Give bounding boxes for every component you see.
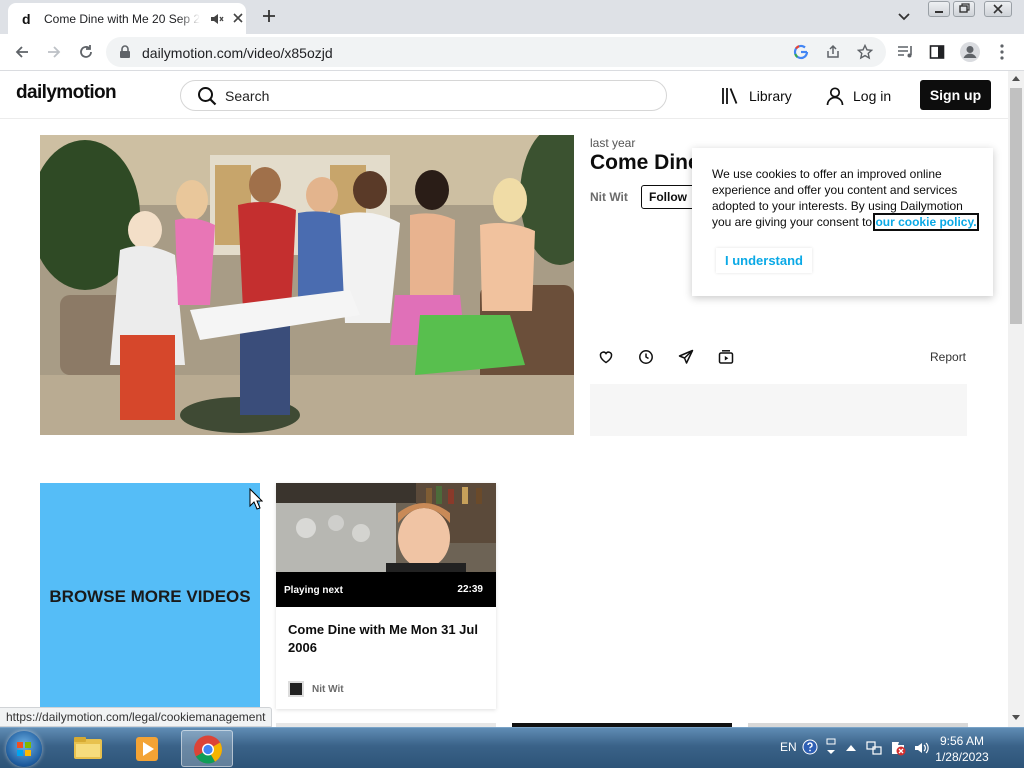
address-bar[interactable]: dailymotion.com/video/x85ozjd: [106, 37, 886, 67]
status-bar-url: https://dailymotion.com/legal/cookiemana…: [0, 707, 273, 727]
page-scrollbar[interactable]: [1008, 71, 1024, 727]
clock-time[interactable]: 9:56 AM: [932, 734, 992, 748]
cookie-policy-link[interactable]: our cookie policy.: [873, 213, 979, 231]
browser-toolbar: dailymotion.com/video/x85ozjd: [0, 34, 1024, 71]
media-player-taskbar-button[interactable]: [121, 730, 173, 767]
chrome-icon: [194, 735, 222, 764]
google-icon[interactable]: [793, 44, 809, 60]
network-icon[interactable]: [866, 740, 882, 756]
playing-next-card[interactable]: Playing next 22:39 Come Dine with Me Mon…: [276, 483, 496, 709]
scrollbar-thumb[interactable]: [1010, 88, 1022, 324]
file-explorer-taskbar-button[interactable]: [62, 730, 114, 767]
browser-tab[interactable]: d Come Dine with Me 20 Sep 2006: [8, 3, 246, 34]
next-video-title[interactable]: Come Dine with Me Mon 31 Jul 2006: [288, 621, 488, 657]
next-video-channel[interactable]: Nit Wit: [312, 684, 344, 695]
user-icon: [825, 86, 845, 106]
media-player-icon: [136, 737, 158, 761]
tab-close-icon[interactable]: [232, 12, 244, 24]
profile-avatar-icon[interactable]: [959, 41, 981, 63]
url-text[interactable]: dailymotion.com/video/x85ozjd: [142, 45, 333, 61]
help-icon[interactable]: [802, 739, 818, 755]
new-tab-icon[interactable]: [261, 8, 277, 24]
windows-taskbar: EN 9:56 AM 1/28/2023: [0, 727, 1024, 768]
clock-icon[interactable]: [638, 349, 654, 365]
follow-button[interactable]: Follow: [641, 185, 695, 209]
login-link[interactable]: Log in: [825, 84, 891, 108]
chrome-taskbar-button[interactable]: [181, 730, 233, 767]
add-to-playlist-icon[interactable]: [718, 349, 734, 365]
forward-arrow-icon[interactable]: [45, 43, 63, 61]
library-link[interactable]: Library: [720, 84, 792, 108]
chevron-down-icon[interactable]: [897, 10, 911, 24]
search-placeholder: Search: [225, 88, 270, 104]
share-icon[interactable]: [825, 44, 841, 60]
restore-button[interactable]: [953, 1, 975, 17]
back-arrow-icon[interactable]: [13, 43, 31, 61]
bookmark-star-icon[interactable]: [857, 44, 873, 60]
browse-more-videos-card[interactable]: BROWSE MORE VIDEOS: [40, 483, 260, 709]
channel-name[interactable]: Nit Wit: [590, 190, 628, 204]
send-icon[interactable]: [678, 349, 694, 365]
signup-button[interactable]: Sign up: [920, 80, 991, 110]
video-frame-image: [40, 135, 574, 435]
media-control-icon[interactable]: [897, 44, 915, 60]
video-player[interactable]: [40, 135, 574, 435]
clock-date[interactable]: 1/28/2023: [932, 750, 992, 764]
channel-avatar[interactable]: [288, 681, 304, 697]
minimize-button[interactable]: [928, 1, 950, 17]
login-label: Log in: [853, 88, 892, 104]
start-button[interactable]: [6, 731, 42, 767]
i-understand-button[interactable]: I understand: [716, 248, 812, 273]
action-center-alert-icon[interactable]: [890, 740, 906, 756]
mouse-cursor-icon: [249, 488, 263, 510]
windows-logo-icon: [17, 742, 31, 756]
library-icon: [720, 86, 740, 106]
upload-date: last year: [590, 136, 636, 150]
playing-next-badge: Playing next: [284, 585, 343, 596]
folder-icon: [74, 737, 102, 759]
cookie-consent-text: We use cookies to offer an improved onli…: [712, 166, 980, 231]
scroll-up-icon[interactable]: [1012, 75, 1020, 81]
browser-tab-strip: d Come Dine with Me 20 Sep 2006: [0, 0, 1024, 34]
side-panel-icon[interactable]: [929, 44, 945, 60]
dailymotion-logo[interactable]: dailymotion: [16, 82, 117, 104]
library-label: Library: [749, 88, 792, 104]
tab-title: Come Dine with Me 20 Sep 2006: [44, 12, 200, 26]
report-link[interactable]: Report: [930, 350, 966, 364]
search-icon: [197, 86, 217, 106]
heart-icon[interactable]: [598, 349, 614, 365]
scroll-down-icon[interactable]: [1012, 715, 1020, 721]
lock-icon[interactable]: [119, 45, 131, 59]
close-window-button[interactable]: [984, 1, 1012, 17]
video-duration: 22:39: [457, 584, 483, 595]
input-options-icon[interactable]: [825, 738, 837, 756]
description-placeholder: [590, 384, 967, 436]
reload-icon[interactable]: [77, 43, 95, 61]
header-divider: [0, 118, 1008, 119]
search-input[interactable]: Search: [180, 80, 667, 111]
cookie-consent-popup: We use cookies to offer an improved onli…: [692, 148, 993, 296]
kebab-menu-icon[interactable]: [995, 43, 1009, 61]
language-indicator[interactable]: EN: [780, 740, 797, 754]
show-hidden-icons-icon[interactable]: [846, 744, 856, 752]
speaker-icon[interactable]: [210, 12, 224, 26]
tab-favicon: d: [22, 11, 31, 27]
volume-icon[interactable]: [914, 740, 930, 756]
